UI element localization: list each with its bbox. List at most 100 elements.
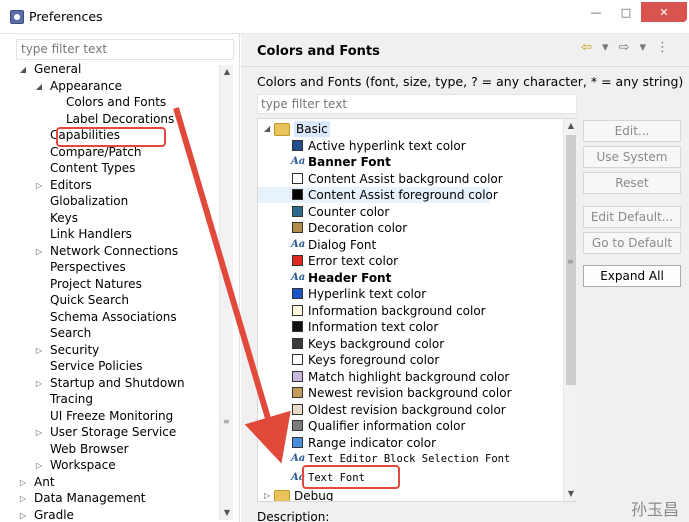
header-divider <box>241 66 689 67</box>
collapsed-arrow-icon[interactable]: ▷ <box>34 424 44 441</box>
category-debug[interactable]: ▷ Debug <box>258 488 558 501</box>
collapsed-arrow-icon[interactable]: ▷ <box>18 490 28 507</box>
tree-item-label: Security <box>50 342 100 357</box>
tree-item-label: Web Browser <box>50 441 129 456</box>
category-basic[interactable]: ◢ Basic <box>258 121 558 137</box>
color-swatch-icon <box>292 436 303 448</box>
font-item[interactable]: Aa Header Font <box>258 270 558 286</box>
color-item[interactable]: Information text color <box>258 319 558 335</box>
tree-item-label: Link Handlers <box>50 227 132 241</box>
expand-all-button[interactable]: Expand All <box>583 265 681 287</box>
font-item[interactable]: Aa Banner Font <box>258 154 558 170</box>
colors-and-fonts-annotation-box <box>56 127 166 147</box>
scroll-down-icon[interactable]: ▼ <box>564 487 578 501</box>
back-arrow-icon[interactable]: ⇦ <box>581 40 592 55</box>
window-controls: — □ ✕ <box>581 2 687 22</box>
scroll-up-icon[interactable]: ▲ <box>220 65 234 79</box>
navigation-filter-input[interactable]: type filter text <box>16 39 234 60</box>
color-item[interactable]: Content Assist foreground color <box>258 187 498 203</box>
item-label: Hyperlink text color <box>308 287 427 301</box>
scroll-down-icon[interactable]: ▼ <box>220 506 234 520</box>
item-label: Keys foreground color <box>308 353 440 367</box>
expanded-arrow-icon[interactable]: ◢ <box>264 121 270 137</box>
close-button[interactable]: ✕ <box>641 2 687 22</box>
tree-item-label: Search <box>50 326 92 340</box>
color-swatch-icon <box>292 420 303 431</box>
color-item[interactable]: Error text color <box>258 253 558 269</box>
color-item[interactable]: Keys background color <box>258 336 558 352</box>
tree-item-label: Appearance <box>50 78 123 93</box>
color-item[interactable]: Keys foreground color <box>258 352 558 368</box>
scroll-grip-icon: ≡ <box>223 417 230 426</box>
tree-item-label: Quick Search <box>50 293 129 307</box>
back-dropdown-icon[interactable]: ▾ <box>602 40 609 55</box>
item-label: Decoration color <box>308 221 408 235</box>
color-item[interactable]: Oldest revision background color <box>258 402 558 418</box>
tree-item-label: Workspace <box>50 458 116 472</box>
edit-default-button[interactable]: Edit Default... <box>583 206 681 228</box>
expanded-arrow-icon[interactable]: ◢ <box>34 78 44 95</box>
forward-dropdown-icon[interactable]: ▾ <box>639 40 646 55</box>
preferences-navigation: type filter text ◢ General ◢ Appearance Colo… <box>0 34 240 522</box>
color-item[interactable]: Active hyperlink text color <box>258 138 558 154</box>
color-swatch-icon <box>292 222 303 233</box>
color-item[interactable]: Match highlight background color <box>258 369 558 385</box>
reset-button[interactable]: Reset <box>583 172 681 194</box>
item-label: Error text color <box>308 254 399 268</box>
go-to-default-button[interactable]: Go to Default <box>583 232 681 254</box>
forward-arrow-icon[interactable]: ⇨ <box>619 40 630 55</box>
font-icon: Aa <box>291 271 306 283</box>
color-item[interactable]: Hyperlink text color <box>258 286 558 302</box>
color-item[interactable]: Newest revision background color <box>258 385 558 401</box>
font-item[interactable]: Aa Dialog Font <box>258 237 558 253</box>
color-item[interactable]: Counter color <box>258 204 558 220</box>
color-swatch-icon <box>292 403 303 415</box>
collapsed-arrow-icon[interactable]: ▷ <box>264 488 270 501</box>
folder-palette-icon <box>274 490 290 501</box>
item-label: Information background color <box>308 303 486 318</box>
minimize-button[interactable]: — <box>581 2 611 22</box>
edit-button[interactable]: Edit... <box>583 120 681 142</box>
font-icon: Aa <box>291 156 306 167</box>
color-swatch-icon <box>292 139 303 151</box>
watermark: 孙玉昌 <box>630 500 679 519</box>
color-item[interactable]: Information background color <box>258 303 558 319</box>
tree-item-label: UI Freeze Monitoring <box>50 408 174 423</box>
color-swatch-icon <box>292 370 303 382</box>
collapsed-arrow-icon[interactable]: ▷ <box>34 375 44 392</box>
collapsed-arrow-icon[interactable]: ▷ <box>34 177 44 194</box>
maximize-button[interactable]: □ <box>611 2 641 22</box>
color-swatch-icon <box>292 337 303 349</box>
title-bar: Preferences — □ ✕ <box>0 0 689 34</box>
expanded-arrow-icon[interactable]: ◢ <box>18 61 28 78</box>
use-system-font-button[interactable]: Use System Font <box>583 146 681 184</box>
category-label: Basic <box>294 121 330 137</box>
tree-item-label: Data Management <box>34 491 146 505</box>
collapsed-arrow-icon[interactable]: ▷ <box>18 507 28 522</box>
color-swatch-icon <box>292 304 303 316</box>
color-item[interactable]: Decoration color <box>258 220 558 236</box>
collapsed-arrow-icon[interactable]: ▷ <box>18 474 28 491</box>
tree-item-label: Gradle <box>34 507 74 522</box>
color-item[interactable]: Range indicator color <box>258 435 558 451</box>
item-label: Newest revision background color <box>308 386 512 400</box>
description-label: Description: <box>257 510 330 522</box>
color-item[interactable]: Qualifier information color <box>258 418 558 434</box>
item-label: Content Assist background color <box>308 171 503 186</box>
color-item[interactable]: Content Assist background color <box>258 171 558 187</box>
tree-item-label: Ant <box>34 474 55 489</box>
scroll-up-icon[interactable]: ▲ <box>564 119 578 133</box>
color-swatch-icon <box>292 321 303 332</box>
color-swatch-icon <box>292 255 303 266</box>
tree-item-label: Label Decorations <box>66 111 175 126</box>
collapsed-arrow-icon[interactable]: ▷ <box>34 457 44 474</box>
navigation-scrollbar[interactable]: ▲ ≡ ▼ <box>219 65 233 520</box>
collapsed-arrow-icon[interactable]: ▷ <box>34 243 44 260</box>
item-label: Banner Font <box>308 155 391 169</box>
item-label: Range indicator color <box>308 435 437 450</box>
more-options-icon[interactable]: ⋮ <box>656 40 669 55</box>
tree-item-label: Colors and Fonts <box>66 95 167 109</box>
colors-filter-input[interactable]: type filter text <box>257 94 577 114</box>
colors-tree-scrollbar[interactable]: ▲ ≡ ▼ <box>563 119 577 501</box>
collapsed-arrow-icon[interactable]: ▷ <box>34 342 44 359</box>
